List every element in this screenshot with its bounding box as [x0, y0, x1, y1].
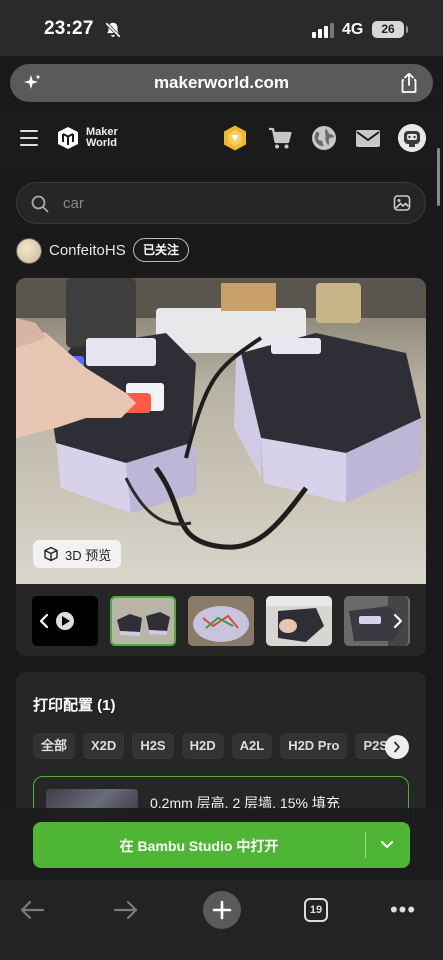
main-photo[interactable] — [16, 278, 426, 584]
thumbnail-strip — [32, 596, 410, 648]
battery-icon: 26 — [372, 21, 408, 38]
thumbnail-prev-button[interactable] — [34, 596, 54, 646]
more-button[interactable]: ••• — [386, 888, 420, 932]
search-input[interactable] — [63, 183, 363, 223]
chevron-down-icon[interactable] — [377, 836, 397, 854]
filter-chip-a2l[interactable]: A2L — [231, 733, 273, 759]
preview-3d-button[interactable]: 3D 预览 — [33, 540, 122, 568]
tab-count: 19 — [304, 898, 328, 922]
search-icon — [31, 195, 49, 213]
tabs-button[interactable]: 19 — [300, 888, 332, 932]
filter-scroll-button[interactable] — [385, 735, 409, 759]
search-bar[interactable] — [16, 182, 426, 224]
status-time: 23:27 — [44, 18, 94, 39]
user-avatar-icon[interactable] — [398, 124, 426, 152]
author-name[interactable]: ConfeitoHS — [49, 242, 126, 259]
open-in-bambu-studio-button[interactable]: 在 Bambu Studio 中打开 — [33, 822, 410, 868]
logo-text: Maker World — [86, 126, 118, 149]
url-bar[interactable]: makerworld.com — [10, 64, 433, 102]
filter-chip-h2d-pro[interactable]: H2D Pro — [280, 733, 348, 759]
thumbnail-photo[interactable] — [266, 596, 332, 646]
browser-toolbar: 19 ••• — [0, 880, 443, 960]
network-type: 4G — [342, 21, 364, 38]
bell-slash-icon — [105, 22, 121, 38]
chevron-left-icon — [39, 613, 49, 629]
back-button[interactable] — [14, 888, 50, 932]
site-header: Maker World — [0, 110, 443, 168]
button-divider — [365, 832, 366, 858]
preview-3d-label: 3D 预览 — [65, 547, 112, 563]
hamburger-icon[interactable] — [20, 130, 38, 146]
open-in-studio-bar: 在 Bambu Studio 中打开 — [0, 808, 443, 880]
globe-icon[interactable] — [310, 124, 338, 152]
new-tab-button[interactable] — [202, 888, 242, 932]
chevron-right-icon — [394, 741, 400, 753]
open-button-label: 在 Bambu Studio 中打开 — [119, 838, 279, 854]
chevron-right-icon — [393, 613, 403, 629]
filter-chip-h2s[interactable]: H2S — [132, 733, 174, 759]
author-avatar[interactable] — [16, 238, 42, 264]
filter-chip-x2d[interactable]: X2D — [83, 733, 125, 759]
cart-icon[interactable] — [266, 124, 294, 152]
printer-filter-tabs: 全部 X2D H2S H2D A2L H2D Pro P2S — [33, 733, 392, 759]
logo-mark-icon — [58, 127, 78, 149]
thumbnail-photo[interactable] — [188, 596, 254, 646]
filter-chip-h2d[interactable]: H2D — [181, 733, 224, 759]
filter-chip-all[interactable]: 全部 — [33, 733, 76, 759]
media-gallery: 3D 预览 — [16, 278, 426, 656]
forward-button[interactable] — [108, 888, 144, 932]
coin-icon[interactable] — [221, 124, 249, 152]
image-search-icon[interactable] — [393, 194, 411, 212]
url-domain[interactable]: makerworld.com — [10, 73, 433, 93]
share-icon[interactable] — [399, 72, 419, 94]
mail-icon[interactable] — [354, 124, 382, 152]
arrow-right-icon — [113, 900, 138, 920]
page-scrollbar[interactable] — [437, 148, 440, 206]
status-bar: 23:27 4G 26 — [0, 0, 443, 56]
arrow-left-icon — [20, 900, 45, 920]
cube-icon — [44, 546, 58, 562]
signal-icon — [312, 22, 334, 38]
follow-button[interactable]: 已关注 — [133, 238, 190, 262]
plus-icon — [212, 900, 232, 920]
thumbnail-photo[interactable] — [110, 596, 176, 646]
thumbnail-next-button[interactable] — [388, 596, 408, 646]
makerworld-logo[interactable]: Maker World — [56, 126, 118, 150]
print-config-title: 打印配置 (1) — [33, 697, 116, 714]
